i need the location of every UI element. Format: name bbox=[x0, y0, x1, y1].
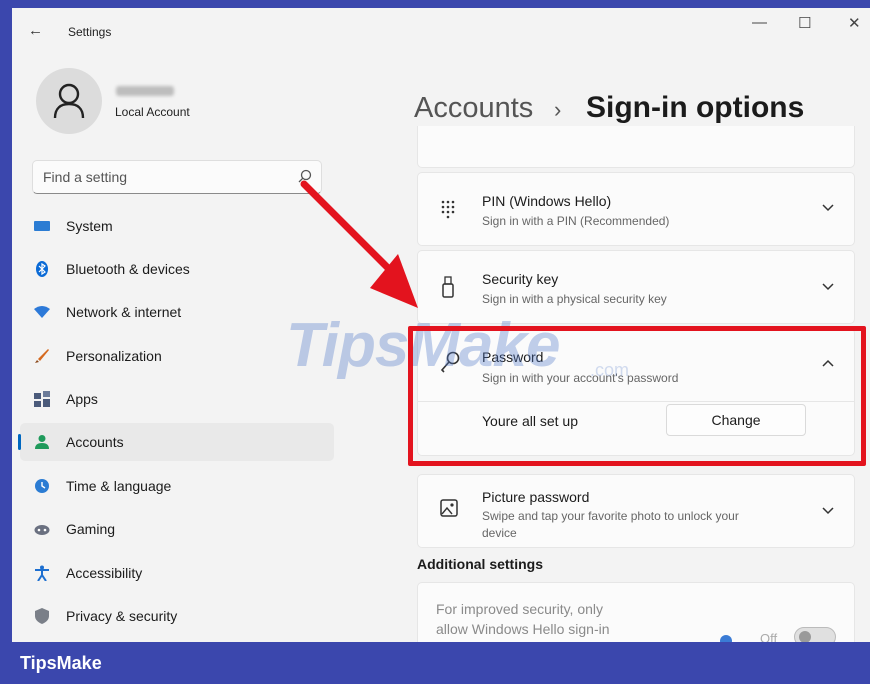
card-title: Picture password bbox=[482, 489, 590, 505]
globe-clock-icon bbox=[35, 479, 49, 493]
accessibility-icon bbox=[35, 565, 49, 581]
sidebar-item-label: Privacy & security bbox=[66, 608, 178, 624]
card-subtitle-continued: device bbox=[482, 526, 517, 540]
system-icon bbox=[34, 221, 50, 231]
sidebar-item-label: Personalization bbox=[66, 348, 162, 364]
accounts-icon bbox=[35, 435, 49, 449]
picture-icon bbox=[440, 499, 458, 517]
minimize-button[interactable]: — bbox=[752, 14, 767, 31]
card-pin[interactable]: PIN (Windows Hello) Sign in with a PIN (… bbox=[417, 172, 855, 246]
close-button[interactable]: ✕ bbox=[848, 14, 861, 32]
usb-key-icon bbox=[442, 276, 454, 298]
account-type: Local Account bbox=[115, 105, 190, 119]
settings-window: ← Settings — ☐ ✕ Local Account System Bl… bbox=[12, 8, 870, 642]
card-partial-previous[interactable] bbox=[417, 126, 855, 168]
sidebar-item-time-language[interactable]: Time & language bbox=[20, 467, 334, 505]
active-indicator bbox=[18, 434, 21, 450]
search-box[interactable] bbox=[32, 160, 322, 194]
sidebar-item-label: Network & internet bbox=[66, 304, 182, 320]
search-input[interactable] bbox=[43, 168, 283, 186]
toggle-state-label: Off bbox=[760, 631, 778, 642]
sidebar-item-system[interactable]: System bbox=[20, 207, 334, 245]
sidebar-item-label: Bluetooth & devices bbox=[66, 261, 190, 277]
apps-icon bbox=[34, 391, 50, 407]
sidebar-item-privacy-security[interactable]: Privacy & security bbox=[20, 597, 334, 635]
setting-description: For improved security, only bbox=[436, 601, 604, 617]
card-subtitle: Sign in with a physical security key bbox=[482, 292, 667, 306]
chevron-up-icon[interactable] bbox=[822, 359, 834, 367]
chevron-down-icon[interactable] bbox=[822, 507, 834, 515]
sidebar-item-personalization[interactable]: Personalization bbox=[20, 337, 334, 375]
footer-band bbox=[0, 642, 870, 684]
chevron-down-icon[interactable] bbox=[822, 204, 834, 212]
key-icon bbox=[440, 351, 460, 373]
card-subtitle: Swipe and tap your favorite photo to unl… bbox=[482, 509, 739, 523]
maximize-button[interactable]: ☐ bbox=[798, 14, 811, 32]
sidebar-item-label: Gaming bbox=[66, 521, 116, 537]
card-windows-hello-only[interactable]: For improved security, only allow Window… bbox=[417, 582, 855, 642]
section-heading: Additional settings bbox=[417, 556, 543, 572]
footer-brand: TipsMake bbox=[20, 653, 102, 673]
change-password-button[interactable]: Change bbox=[666, 404, 806, 436]
sidebar-item-label: Apps bbox=[66, 391, 98, 407]
sidebar-item-accounts[interactable]: Accounts bbox=[18, 423, 334, 461]
card-security-key[interactable]: Security key Sign in with a physical sec… bbox=[417, 250, 855, 324]
sidebar-item-label: Accessibility bbox=[66, 565, 143, 581]
network-icon bbox=[34, 306, 50, 318]
user-icon bbox=[53, 83, 85, 119]
password-status: Youre all set up bbox=[482, 413, 578, 429]
app-title: Settings bbox=[68, 25, 112, 39]
divider bbox=[418, 401, 854, 402]
status-dot bbox=[720, 635, 732, 642]
card-picture-password[interactable]: Picture password Swipe and tap your favo… bbox=[417, 474, 855, 548]
gamepad-icon bbox=[34, 525, 50, 535]
toggle-switch[interactable] bbox=[794, 627, 836, 642]
title-bar: ← Settings — ☐ ✕ bbox=[12, 8, 870, 54]
setting-description-continued: allow Windows Hello sign-in bbox=[436, 621, 610, 637]
sidebar-item-apps[interactable]: Apps bbox=[20, 380, 334, 418]
sidebar-item-label: Time & language bbox=[66, 478, 172, 494]
card-title: Security key bbox=[482, 271, 559, 287]
card-title: PIN (Windows Hello) bbox=[482, 193, 612, 209]
toggle-knob bbox=[799, 631, 811, 642]
sidebar-item-label: Accounts bbox=[66, 434, 124, 450]
sidebar-item-network[interactable]: Network & internet bbox=[20, 293, 334, 331]
card-subtitle: Sign in with your account's password bbox=[482, 371, 679, 385]
sidebar-item-accessibility[interactable]: Accessibility bbox=[20, 554, 334, 592]
card-password[interactable]: Password Sign in with your account's pas… bbox=[417, 328, 855, 456]
sidebar-item-label: System bbox=[66, 218, 113, 234]
brush-icon bbox=[35, 349, 49, 363]
search-icon[interactable] bbox=[297, 169, 313, 185]
sidebar-item-bluetooth[interactable]: Bluetooth & devices bbox=[20, 250, 334, 288]
sidebar-item-gaming[interactable]: Gaming bbox=[20, 510, 334, 548]
card-title: Password bbox=[482, 349, 544, 365]
back-button[interactable]: ← bbox=[28, 22, 43, 39]
breadcrumb-separator: › bbox=[554, 97, 562, 122]
page-title: Sign-in options bbox=[586, 91, 805, 124]
breadcrumb-parent[interactable]: Accounts bbox=[414, 92, 533, 125]
bluetooth-icon bbox=[36, 261, 48, 277]
chevron-down-icon[interactable] bbox=[822, 283, 834, 291]
account-name-blurred bbox=[116, 86, 174, 96]
card-subtitle: Sign in with a PIN (Recommended) bbox=[482, 214, 670, 228]
avatar[interactable] bbox=[36, 68, 102, 134]
keypad-icon bbox=[441, 200, 455, 219]
shield-icon bbox=[35, 608, 49, 624]
